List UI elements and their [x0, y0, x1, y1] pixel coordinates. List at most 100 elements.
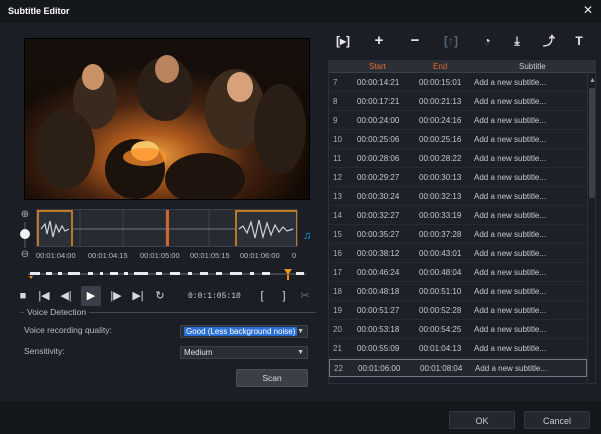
row-start[interactable]: 00:00:55:09	[357, 344, 399, 353]
go-to-start-icon[interactable]: |◀	[36, 286, 52, 306]
table-row-selected[interactable]: 22 00:01:06:00 00:01:08:04 Add a new subtit…	[329, 359, 587, 377]
row-subtitle[interactable]: Add a new subtitle...	[474, 173, 546, 182]
row-start[interactable]: 00:00:14:21	[357, 78, 399, 87]
sensitivity-select[interactable]: Medium ▼	[180, 346, 308, 359]
row-start[interactable]: 00:00:51:27	[357, 306, 399, 315]
voice-detect-icon[interactable]: ◔	[476, 30, 498, 52]
add-subtitle-icon[interactable]: +	[368, 30, 390, 52]
table-row[interactable]: 11 00:00:28:06 00:00:28:22 Add a new subtit…	[329, 150, 587, 168]
row-start[interactable]: 00:00:46:24	[357, 268, 399, 277]
row-start[interactable]: 00:00:35:27	[357, 230, 399, 239]
row-end[interactable]: 00:00:24:16	[419, 116, 461, 125]
text-options-icon[interactable]: T	[568, 30, 590, 52]
export-subtitle-icon[interactable]: ⤴	[538, 30, 560, 52]
row-end[interactable]: 00:00:25:16	[419, 135, 461, 144]
next-frame-icon[interactable]: |▶	[108, 286, 124, 306]
scroll-up-icon[interactable]: ▲	[588, 76, 595, 85]
timecode-field[interactable]: 0:0:1:05:10	[188, 290, 241, 303]
row-subtitle[interactable]: Add a new subtitle...	[474, 325, 546, 334]
go-to-end-icon[interactable]: ▶|	[130, 286, 146, 306]
row-start[interactable]: 00:00:32:27	[357, 211, 399, 220]
remove-subtitle-icon[interactable]: −	[404, 30, 426, 52]
table-row[interactable]: 10 00:00:25:06 00:00:25:16 Add a new subtit…	[329, 131, 587, 149]
close-icon[interactable]: ✕	[581, 3, 595, 17]
table-row[interactable]: 9 00:00:24:00 00:00:24:16 Add a new subtitl…	[329, 112, 587, 130]
table-row[interactable]: 13 00:00:30:24 00:00:32:13 Add a new subtit…	[329, 188, 587, 206]
column-end[interactable]: End	[433, 62, 447, 71]
row-subtitle[interactable]: Add a new subtitle...	[474, 287, 546, 296]
jump-to-subtitle-icon[interactable]: [↑]	[440, 30, 462, 52]
row-start[interactable]: 00:00:29:27	[357, 173, 399, 182]
table-row[interactable]: 15 00:00:35:27 00:00:37:28 Add a new subtit…	[329, 226, 587, 244]
row-start[interactable]: 00:00:30:24	[357, 192, 399, 201]
row-start[interactable]: 00:00:24:00	[357, 116, 399, 125]
row-subtitle[interactable]: Add a new subtitle...	[474, 344, 546, 353]
row-end[interactable]: 00:00:48:04	[419, 268, 461, 277]
ok-button[interactable]: OK	[449, 411, 515, 429]
scan-button[interactable]: Scan	[236, 369, 308, 387]
row-end[interactable]: 00:00:15:01	[419, 78, 461, 87]
row-end[interactable]: 00:00:54:25	[419, 325, 461, 334]
table-row[interactable]: 21 00:00:55:09 00:01:04:13 Add a new subtit…	[329, 340, 587, 358]
table-row[interactable]: 12 00:00:29:27 00:00:30:13 Add a new subtit…	[329, 169, 587, 187]
column-subtitle[interactable]: Subtitle	[519, 62, 546, 71]
stop-icon[interactable]: ■	[16, 286, 30, 306]
row-subtitle[interactable]: Add a new subtitle...	[474, 78, 546, 87]
row-subtitle[interactable]: Add a new subtitle...	[474, 97, 546, 106]
row-end[interactable]: 00:01:08:04	[420, 364, 462, 373]
row-subtitle[interactable]: Add a new subtitle...	[475, 364, 547, 373]
table-row[interactable]: 18 00:00:48:18 00:00:51:10 Add a new subtit…	[329, 283, 587, 301]
row-end[interactable]: 00:00:37:28	[419, 230, 461, 239]
repeat-icon[interactable]: ↻	[152, 286, 168, 306]
scrollbar-thumb[interactable]	[589, 88, 595, 198]
table-row[interactable]: 17 00:00:46:24 00:00:48:04 Add a new subtit…	[329, 264, 587, 282]
row-end[interactable]: 00:00:21:13	[419, 97, 461, 106]
table-row[interactable]: 20 00:00:53:18 00:00:54:25 Add a new subtit…	[329, 321, 587, 339]
row-subtitle[interactable]: Add a new subtitle...	[474, 135, 546, 144]
row-start[interactable]: 00:00:48:18	[357, 287, 399, 296]
row-end[interactable]: 00:00:33:19	[419, 211, 461, 220]
table-row[interactable]: 7 00:00:14:21 00:00:15:01 Add a new subtitl…	[329, 74, 587, 92]
audio-detect-icon[interactable]: ♫	[303, 229, 317, 243]
row-end[interactable]: 00:00:52:28	[419, 306, 461, 315]
table-row[interactable]: 14 00:00:32:27 00:00:33:19 Add a new subtit…	[329, 207, 587, 225]
voice-quality-select[interactable]: Good (Less background noise) ▼	[180, 325, 308, 338]
row-subtitle[interactable]: Add a new subtitle...	[474, 230, 546, 239]
row-end[interactable]: 00:00:30:13	[419, 173, 461, 182]
row-subtitle[interactable]: Add a new subtitle...	[474, 211, 546, 220]
row-end[interactable]: 00:00:32:13	[419, 192, 461, 201]
row-subtitle[interactable]: Add a new subtitle...	[474, 306, 546, 315]
row-subtitle[interactable]: Add a new subtitle...	[474, 116, 546, 125]
mark-in-icon[interactable]: [	[256, 286, 268, 306]
row-subtitle[interactable]: Add a new subtitle...	[474, 249, 546, 258]
previous-frame-icon[interactable]: ◀|	[58, 286, 74, 306]
audio-waveform[interactable]	[36, 209, 298, 247]
zoom-in-icon[interactable]: ⊕	[19, 209, 31, 221]
zoom-out-icon[interactable]: ⊖	[19, 249, 31, 261]
play-icon[interactable]: ▶	[81, 286, 101, 306]
cancel-button[interactable]: Cancel	[524, 411, 590, 429]
row-start[interactable]: 00:00:17:21	[357, 97, 399, 106]
row-start[interactable]: 00:00:38:12	[357, 249, 399, 258]
row-subtitle[interactable]: Add a new subtitle...	[474, 192, 546, 201]
row-start[interactable]: 00:00:28:06	[357, 154, 399, 163]
row-start[interactable]: 00:00:25:06	[357, 135, 399, 144]
zoom-slider-knob[interactable]	[20, 229, 30, 239]
table-row[interactable]: 8 00:00:17:21 00:00:21:13 Add a new subtitl…	[329, 93, 587, 111]
table-row[interactable]: 19 00:00:51:27 00:00:52:28 Add a new subtit…	[329, 302, 587, 320]
mark-out-icon[interactable]: ]	[278, 286, 290, 306]
row-start[interactable]: 00:01:06:00	[358, 364, 400, 373]
row-end[interactable]: 00:01:04:13	[419, 344, 461, 353]
row-end[interactable]: 00:00:43:01	[419, 249, 461, 258]
insert-subtitle-at-playhead-icon[interactable]: [▸]	[332, 30, 354, 52]
import-subtitle-icon[interactable]: ⤓	[506, 30, 528, 52]
row-end[interactable]: 00:00:51:10	[419, 287, 461, 296]
playback-scrubber[interactable]	[28, 268, 306, 280]
row-subtitle[interactable]: Add a new subtitle...	[474, 268, 546, 277]
row-start[interactable]: 00:00:53:18	[357, 325, 399, 334]
split-scissors-icon[interactable]: ✂	[298, 286, 312, 306]
table-scrollbar[interactable]: ▲	[587, 74, 595, 383]
row-subtitle[interactable]: Add a new subtitle...	[474, 154, 546, 163]
table-row[interactable]: 16 00:00:38:12 00:00:43:01 Add a new subtit…	[329, 245, 587, 263]
column-start[interactable]: Start	[369, 62, 386, 71]
